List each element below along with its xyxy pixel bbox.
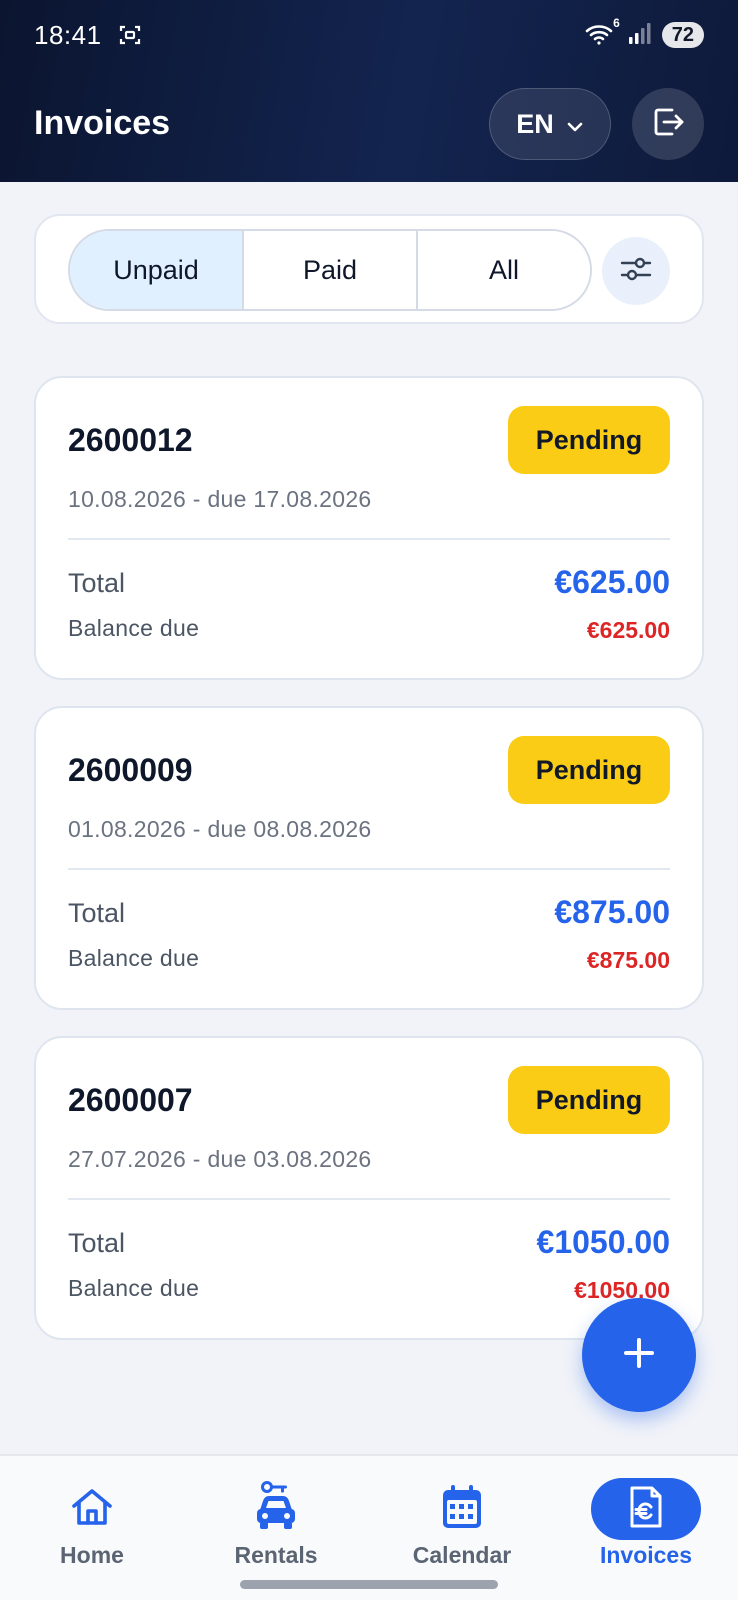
nav-label-calendar: Calendar (412, 1542, 512, 1568)
nav-label-home: Home (60, 1542, 124, 1568)
invoice-number: 2600009 (68, 752, 193, 788)
invoice-dates: 27.07.2026 - due 03.08.2026 (68, 1146, 372, 1172)
balance-label: Balance due (68, 615, 200, 641)
total-amount: €625.00 (554, 564, 670, 600)
balance-amount: €625.00 (586, 617, 670, 643)
nav-label-invoices: Invoices (599, 1542, 693, 1568)
total-amount: €1050.00 (536, 1224, 670, 1260)
invoice-dates: 10.08.2026 - due 17.08.2026 (68, 486, 372, 512)
nav-icon-container (221, 1478, 331, 1540)
chevron-down-icon (566, 109, 584, 140)
nav-icon-container (407, 1478, 517, 1540)
filter-settings-button[interactable] (602, 237, 670, 305)
divider (68, 1198, 670, 1200)
status-time: 18:41 (34, 19, 102, 50)
language-selector[interactable]: EN (489, 88, 611, 160)
car-key-icon (254, 1480, 298, 1538)
balance-label: Balance due (68, 945, 200, 971)
status-badge: Pending (508, 406, 670, 474)
status-badge: Pending (508, 1066, 670, 1134)
nav-item-calendar[interactable]: Calendar (397, 1478, 527, 1578)
sliders-icon (619, 254, 653, 289)
divider (68, 538, 670, 540)
home-icon (70, 1487, 114, 1532)
plus-icon (621, 1335, 657, 1376)
invoice-number: 2600007 (68, 1082, 193, 1118)
invoice-icon (628, 1485, 664, 1534)
status-badge: Pending (508, 736, 670, 804)
app-header: 18:41 6 72 Invoices EN (0, 0, 738, 182)
status-bar: 18:41 6 72 (0, 0, 738, 70)
wifi-icon: 6 (584, 16, 620, 48)
battery-indicator: 72 (661, 22, 704, 48)
logout-icon (650, 104, 686, 145)
total-amount: €875.00 (554, 894, 670, 930)
nav-item-rentals[interactable]: Rentals (211, 1478, 341, 1578)
add-invoice-button[interactable] (582, 1298, 696, 1412)
invoice-card[interactable]: 2600009 Pending 01.08.2026 - due 08.08.2… (34, 706, 704, 1010)
screen-record-icon (118, 23, 142, 47)
home-indicator (240, 1580, 498, 1589)
logout-button[interactable] (632, 88, 704, 160)
signal-icon (628, 20, 652, 51)
balance-label: Balance due (68, 1275, 200, 1301)
filter-card: Unpaid Paid All (34, 214, 704, 324)
nav-item-invoices[interactable]: Invoices (581, 1478, 711, 1578)
divider (68, 868, 670, 870)
status-icons: 6 72 (584, 16, 704, 51)
balance-amount: €875.00 (586, 947, 670, 973)
nav-icon-container (591, 1478, 701, 1540)
page-title: Invoices (34, 104, 171, 142)
total-label: Total (68, 898, 126, 928)
invoice-card[interactable]: 2600007 Pending 27.07.2026 - due 03.08.2… (34, 1036, 704, 1340)
invoice-number: 2600012 (68, 422, 193, 458)
segment-all[interactable]: All (416, 231, 590, 309)
nav-item-home[interactable]: Home (27, 1478, 157, 1578)
invoice-card[interactable]: 2600012 Pending 10.08.2026 - due 17.08.2… (34, 376, 704, 680)
nav-icon-container (37, 1478, 147, 1540)
segment-unpaid[interactable]: Unpaid (70, 231, 242, 309)
language-label: EN (516, 108, 554, 139)
invoice-dates: 01.08.2026 - due 08.08.2026 (68, 816, 372, 842)
total-label: Total (68, 568, 126, 598)
wifi-badge: 6 (613, 16, 620, 30)
total-label: Total (68, 1228, 126, 1258)
segment-paid[interactable]: Paid (242, 231, 416, 309)
bottom-navigation: Home Rentals Calendar Invoices (0, 1454, 738, 1600)
calendar-icon (441, 1484, 483, 1535)
nav-label-rentals: Rentals (234, 1542, 318, 1568)
status-segmented-control: Unpaid Paid All (68, 229, 592, 311)
